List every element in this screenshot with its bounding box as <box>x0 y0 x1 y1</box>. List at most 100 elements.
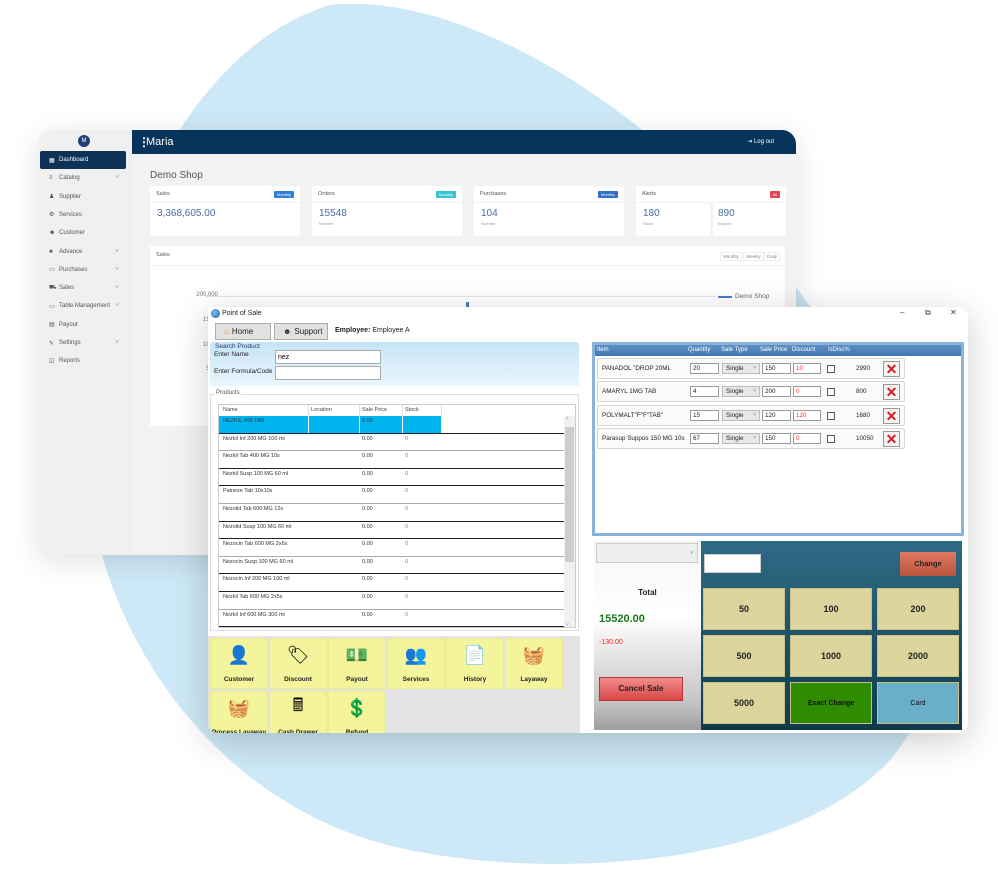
product-row[interactable]: Nezkil Tab 400 MG 10s 0.00 0 <box>219 451 565 469</box>
is-disc-pct-checkbox[interactable] <box>827 365 835 373</box>
sale-type-select[interactable]: Single ˅ <box>722 363 760 374</box>
sidebar-item-services[interactable]: ⚙ Services <box>40 206 126 224</box>
col-stock[interactable]: Stock <box>405 407 419 413</box>
tender-200-button[interactable]: 200 <box>877 588 959 630</box>
sale-type-select[interactable]: Single ˅ <box>722 386 760 398</box>
product-row[interactable]: Nezocin Susp 100 MG 60 ml 0.00 0 <box>219 557 565 575</box>
card-badge[interactable]: Monthly <box>273 191 294 198</box>
tendered-amount-input[interactable] <box>704 554 761 573</box>
sidebar-item-dashboard[interactable]: ▦ Dashboard <box>40 151 126 169</box>
product-row[interactable]: Nezocin Inf 200 MG 100 ml 0.00 0 <box>219 574 565 592</box>
customer-button[interactable]: 👤 Customer <box>210 638 268 689</box>
tender-exact-change-button[interactable]: Exact Change <box>790 682 872 724</box>
is-disc-pct-checkbox[interactable] <box>827 388 835 397</box>
history-button[interactable]: 📄 History <box>446 638 504 689</box>
col-location[interactable]: Location <box>311 407 332 413</box>
card-label: Purchases <box>480 191 506 197</box>
layaway-button[interactable]: 🧺 Layaway <box>505 638 563 689</box>
maximize-button[interactable]: ⧉ <box>925 308 931 318</box>
card-badge[interactable]: Monthly <box>435 191 456 198</box>
tender-1000-button[interactable]: 1000 <box>790 635 872 677</box>
tender-50-button[interactable]: 50 <box>703 588 785 630</box>
logout-button[interactable]: ⇥ Log out <box>747 138 774 145</box>
card-badge[interactable]: All <box>769 191 780 198</box>
products-scrollbar[interactable]: ˄ ˅ <box>564 416 575 627</box>
discount-input[interactable]: 10 <box>793 363 821 374</box>
quantity-input[interactable]: 4 <box>690 386 719 398</box>
close-button[interactable]: ✕ <box>950 308 957 317</box>
sidebar-item-customer[interactable]: ☻ Customer <box>40 224 126 242</box>
range-weekly-button[interactable]: Weekly <box>743 252 764 261</box>
card-badge[interactable]: Monthly <box>597 191 618 198</box>
sidebar-item-catalog[interactable]: ≡ Catalog ˅ <box>40 169 126 187</box>
remove-item-button[interactable]: ✕ <box>883 361 900 377</box>
sidebar-item-sales[interactable]: ⛟ Sales ˅ <box>40 279 126 297</box>
home-label: Home <box>231 327 254 336</box>
remove-item-button[interactable]: ✕ <box>883 384 900 401</box>
product-row[interactable]: Nezkil Inf 200 MG 100 ml 0.00 0 <box>219 434 565 452</box>
product-row[interactable]: Nezkil Susp 100 MG 60 ml 0.00 0 <box>219 469 565 487</box>
sidebar-item-advance[interactable]: ♣ Advance ˅ <box>40 243 126 261</box>
minimize-button[interactable]: – <box>900 308 904 317</box>
sale-price-input[interactable]: 120 <box>762 409 791 421</box>
product-row[interactable]: Nezocin Tab 600 MG 2x6s 0.00 0 <box>219 539 565 557</box>
services-button[interactable]: 👥 Services <box>387 638 445 689</box>
customer-dropdown[interactable]: ˅ <box>596 543 698 563</box>
sidebar-item-settings[interactable]: ✎ Settings ˅ <box>40 334 126 352</box>
payout-button[interactable]: 💵 Payout <box>328 638 386 689</box>
tender-500-button[interactable]: 500 <box>703 635 785 677</box>
range-monthly-button[interactable]: Monthly <box>720 252 742 261</box>
settings-icon: ✎ <box>49 340 55 347</box>
change-button[interactable]: Change <box>900 552 956 576</box>
col-sale-price[interactable]: Sale Price <box>362 407 387 413</box>
sidebar-item-payout[interactable]: ▤ Payout <box>40 316 126 334</box>
product-row[interactable]: Nezolid Tab 600 MG 12s 0.00 0 <box>219 504 565 522</box>
remove-item-button[interactable]: ✕ <box>883 430 900 447</box>
discount-input[interactable]: 120 <box>793 409 821 421</box>
support-button[interactable]: ☻ Support <box>274 323 328 340</box>
sale-type-select[interactable]: Single ˅ <box>722 409 760 421</box>
sale-price-input[interactable]: 150 <box>762 363 791 374</box>
cash-drawer-button[interactable]: 🖩 Cash Drawer <box>269 691 327 733</box>
totals-panel: ˅ Total 15520.00 -130.00 Cancel Sale <box>594 541 701 730</box>
refund-button[interactable]: 💲 Refund <box>328 691 386 733</box>
quantity-input[interactable]: 20 <box>690 363 719 374</box>
discount-input[interactable]: 0 <box>793 386 821 398</box>
code-search-input[interactable] <box>275 366 381 380</box>
is-disc-pct-checkbox[interactable] <box>827 411 835 420</box>
name-search-input[interactable] <box>275 350 381 364</box>
sidebar-item-table-management[interactable]: ▭ Table Management ˅ <box>40 297 126 315</box>
discount-input[interactable]: 0 <box>793 432 821 444</box>
sidebar-item-label: Advance <box>59 248 83 255</box>
product-row[interactable]: NEZKIL 400 TAB 0.00 0 <box>219 416 565 434</box>
sale-price-input[interactable]: 150 <box>762 432 791 444</box>
sidebar-item-reports[interactable]: ☑ Reports <box>40 352 126 370</box>
tender-5000-button[interactable]: 5000 <box>703 682 785 724</box>
tender-card-button[interactable]: Card <box>877 682 959 724</box>
sidebar-item-supplier[interactable]: ♟ Supplier <box>40 188 126 206</box>
process-layaway-button[interactable]: 🧺 Process Layaway <box>210 691 268 733</box>
product-row[interactable]: Paineze Tab 10x10s 0.00 0 <box>219 486 565 504</box>
sidebar-item-purchases[interactable]: ▭ Purchases ˅ <box>40 261 126 279</box>
home-button[interactable]: ⌂ Home <box>215 323 271 340</box>
quantity-input[interactable]: 15 <box>690 409 719 421</box>
discount-button[interactable]: 🏷 Discount <box>269 638 327 689</box>
remove-item-button[interactable]: ✕ <box>883 407 900 424</box>
scroll-up-icon[interactable]: ˄ <box>566 416 569 422</box>
sale-type-select[interactable]: Single ˅ <box>722 432 760 444</box>
sidebar-item-label: Customer <box>59 230 86 237</box>
cancel-sale-button[interactable]: Cancel Sale <box>599 677 683 701</box>
is-disc-pct-checkbox[interactable] <box>827 434 835 443</box>
scroll-down-icon[interactable]: ˅ <box>566 622 569 627</box>
product-row[interactable]: Nezkil Inf 600 MG 300 ml 0.00 0 <box>219 610 565 627</box>
tender-2000-button[interactable]: 2000 <box>877 635 959 677</box>
col-name[interactable]: Name <box>223 407 238 413</box>
scrollbar-thumb[interactable] <box>565 427 574 562</box>
range-daily-button[interactable]: Daily <box>764 252 781 261</box>
quantity-input[interactable]: 67 <box>690 432 719 444</box>
product-row[interactable]: Nezkil Tab 600 MG 2x5s 0.00 0 <box>219 592 565 610</box>
sale-price-input[interactable]: 200 <box>762 386 791 398</box>
tender-100-button[interactable]: 100 <box>790 588 872 630</box>
product-row[interactable]: Nezolid Susp 100 MG 60 ml 0.00 0 <box>219 522 565 540</box>
cart-item-row: AMARYL 1MG TAB 4 Single ˅ 200 0 800 ✕ <box>597 381 905 403</box>
